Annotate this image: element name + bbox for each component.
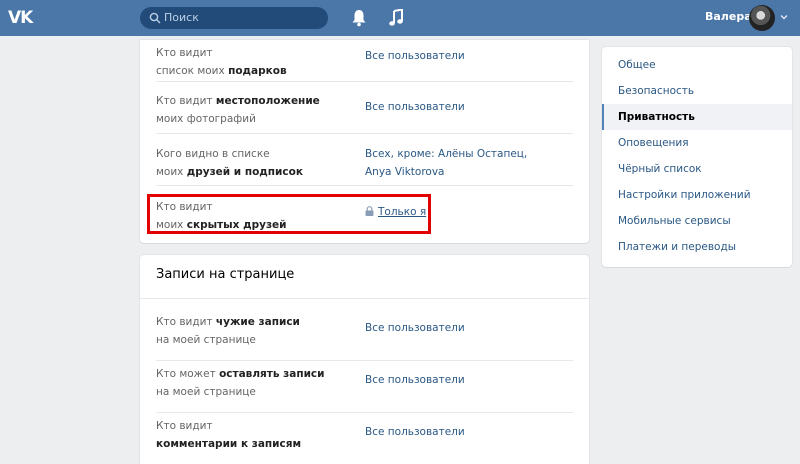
vk-logo[interactable]: VK — [8, 7, 33, 29]
menu-item-mobile-services[interactable]: Мобильные сервисы — [602, 208, 792, 234]
row-question: Кто может оставлять записи на моей стран… — [156, 368, 325, 398]
row-question: Кто видит чужие записи на моей странице — [156, 316, 300, 346]
music-icon[interactable] — [389, 9, 403, 27]
menu-item-security[interactable]: Безопасность — [602, 78, 792, 104]
privacy-value-link[interactable]: Все пользователи — [365, 98, 465, 116]
menu-item-app-settings[interactable]: Настройки приложений — [602, 182, 792, 208]
notifications-bell-icon[interactable] — [351, 9, 367, 27]
row-question: Кого видно в списке моих друзей и подпис… — [156, 148, 303, 178]
avatar[interactable] — [749, 5, 775, 31]
top-bar: VK Поиск Валера — [0, 0, 800, 36]
search-placeholder: Поиск — [164, 11, 199, 24]
row-question: Кто видит список моих подарков — [156, 47, 287, 77]
menu-item-blacklist[interactable]: Чёрный список — [602, 156, 792, 182]
privacy-row-others-posts: Кто видит чужие записи на моей странице … — [156, 309, 573, 361]
menu-item-notifications[interactable]: Оповещения — [602, 130, 792, 156]
menu-item-payments[interactable]: Платежи и переводы — [602, 234, 792, 260]
search-input[interactable]: Поиск — [140, 7, 328, 29]
menu-item-privacy[interactable]: Приватность — [602, 104, 792, 130]
section-title: Записи на странице — [156, 267, 295, 282]
chevron-down-icon[interactable] — [779, 12, 789, 22]
privacy-row-comments: Кто видит комментарии к записям Все поль… — [156, 413, 573, 464]
privacy-row-leave-posts: Кто может оставлять записи на моей стран… — [156, 361, 573, 413]
section-divider — [140, 298, 589, 299]
privacy-row-photo-location: Кто видит местоположение моих фотографий… — [156, 82, 573, 134]
row-question: Кто видит комментарии к записям — [156, 420, 302, 450]
privacy-row-gifts: Кто видит список моих подарков Все польз… — [156, 42, 573, 82]
username[interactable]: Валера — [705, 10, 752, 23]
privacy-row-friends-list: Кого видно в списке моих друзей и подпис… — [156, 134, 573, 186]
privacy-value-link[interactable]: Все пользователи — [365, 371, 465, 389]
posts-card: Записи на странице Кто видит чужие запис… — [140, 255, 589, 464]
settings-menu: Общее Безопасность Приватность Оповещени… — [602, 47, 792, 267]
privacy-value-link[interactable]: Все пользователи — [365, 319, 465, 337]
menu-item-general[interactable]: Общее — [602, 52, 792, 78]
row-question: Кто видит местоположение моих фотографий — [156, 95, 320, 125]
privacy-value-link[interactable]: Все пользователи — [365, 47, 465, 65]
highlight-box — [147, 194, 431, 234]
privacy-value-link[interactable]: Всех, кроме: Алёны Остапец, Anya Viktoro… — [365, 145, 555, 181]
privacy-value-link[interactable]: Все пользователи — [365, 423, 465, 441]
search-icon — [149, 12, 161, 24]
